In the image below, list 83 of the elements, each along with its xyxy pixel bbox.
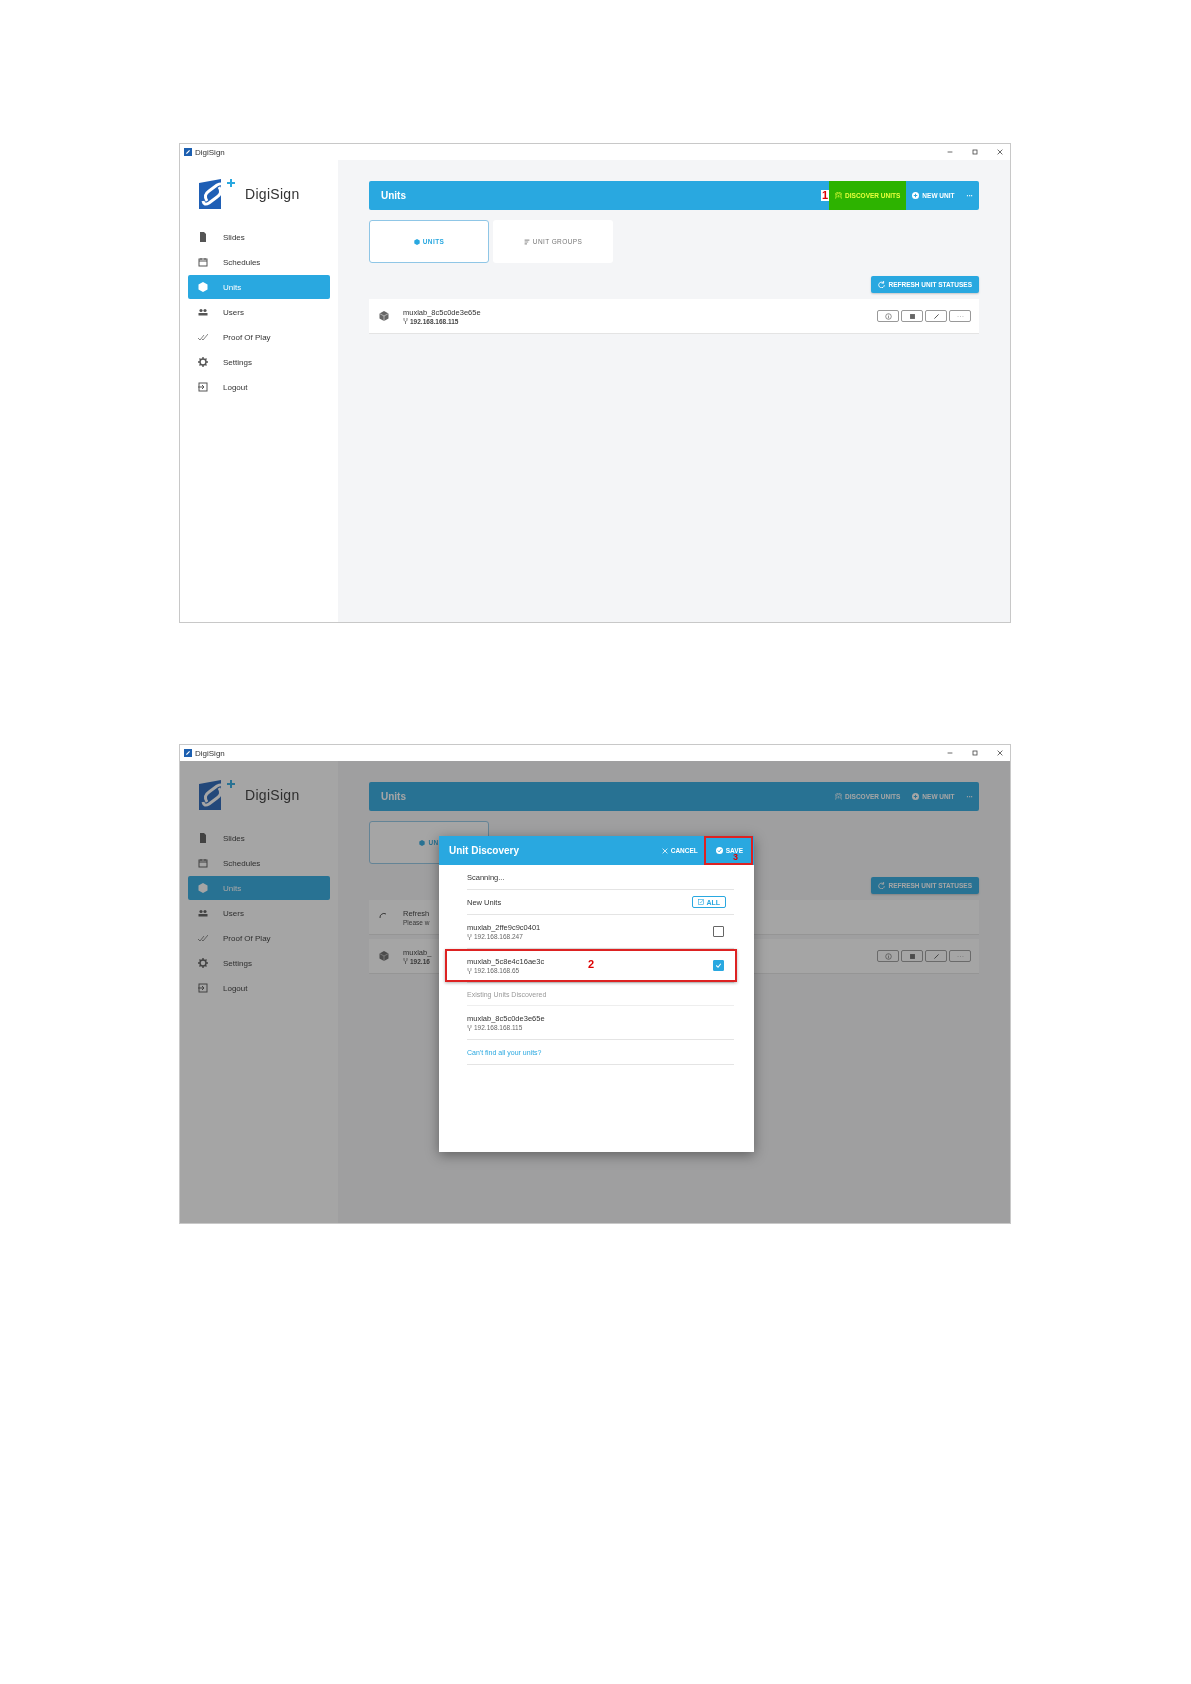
page-title: Units	[381, 190, 406, 201]
network-icon	[467, 1024, 472, 1031]
file-icon	[198, 232, 208, 242]
window-title: DigiSign	[195, 147, 225, 157]
sidebar-item[interactable]: Proof Of Play	[188, 325, 330, 349]
file-icon	[198, 833, 208, 843]
more-button[interactable]	[949, 310, 971, 322]
window-title: DigiSign	[195, 748, 225, 758]
sidebar-item[interactable]: Slides	[188, 826, 330, 850]
pencil-icon	[932, 952, 940, 960]
network-icon	[403, 318, 408, 324]
minimize-icon[interactable]	[946, 148, 954, 156]
cube-icon	[379, 311, 389, 321]
logout-icon	[198, 382, 208, 392]
settings-icon	[198, 958, 208, 968]
plus-icon	[912, 793, 920, 800]
sidebar-item[interactable]: Logout	[188, 375, 330, 399]
maximize-icon[interactable]	[971, 749, 979, 757]
checkbox-icon	[698, 899, 705, 905]
close-icon[interactable]	[996, 749, 1004, 757]
broadcast-icon	[835, 192, 843, 199]
cube-icon	[198, 282, 208, 292]
checkbox[interactable]	[713, 926, 724, 937]
info-button[interactable]	[877, 950, 899, 962]
sidebar-item[interactable]: Settings	[188, 951, 330, 975]
double-check-icon	[198, 332, 208, 342]
settings-icon	[198, 357, 208, 367]
maximize-icon[interactable]	[971, 148, 979, 156]
edit-button[interactable]	[925, 310, 947, 322]
edit-button[interactable]	[925, 950, 947, 962]
sidebar-item[interactable]: Proof Of Play	[188, 926, 330, 950]
pencil-icon	[932, 312, 940, 320]
calendar-icon	[198, 257, 208, 267]
users-icon	[198, 908, 208, 918]
sidebar-item[interactable]: Slides	[188, 225, 330, 249]
network-icon	[403, 958, 408, 964]
brand-name: DigiSign	[245, 787, 300, 803]
sidebar-item[interactable]: Units	[188, 876, 330, 900]
info-button[interactable]	[877, 310, 899, 322]
plus-icon	[912, 192, 920, 199]
check-icon	[714, 961, 723, 970]
calendar-icon	[198, 858, 208, 868]
callout-number: 2	[587, 959, 596, 970]
sidebar-item[interactable]: Users	[188, 901, 330, 925]
sidebar-item[interactable]: Units	[188, 275, 330, 299]
network-icon	[467, 967, 472, 974]
double-check-icon	[198, 933, 208, 943]
sidebar-item[interactable]: Schedules	[188, 851, 330, 875]
logo-icon	[197, 778, 237, 812]
image-button[interactable]	[901, 950, 923, 962]
refresh-icon	[878, 281, 886, 288]
info-icon	[884, 312, 892, 320]
logout-icon	[198, 983, 208, 993]
users-icon	[198, 307, 208, 317]
brand-name: DigiSign	[245, 186, 300, 202]
network-icon	[467, 933, 472, 940]
cube-icon	[413, 238, 420, 245]
callout-number: 1	[820, 190, 830, 201]
sidebar-item[interactable]: Users	[188, 300, 330, 324]
image-icon	[908, 312, 916, 320]
image-button[interactable]	[901, 310, 923, 322]
checkbox[interactable]	[713, 960, 724, 971]
app-icon	[184, 749, 192, 757]
minimize-icon[interactable]	[946, 749, 954, 757]
image-icon	[908, 952, 916, 960]
cube-icon	[198, 883, 208, 893]
page-title: Units	[381, 791, 406, 802]
sidebar-item[interactable]: Schedules	[188, 250, 330, 274]
refresh-icon	[878, 882, 886, 889]
more-button[interactable]	[949, 950, 971, 962]
cube-icon	[379, 951, 389, 961]
close-icon[interactable]	[996, 148, 1004, 156]
info-icon	[884, 952, 892, 960]
list-icon	[523, 238, 530, 245]
logo-icon	[197, 177, 237, 211]
sidebar-item[interactable]: Logout	[188, 976, 330, 1000]
sidebar-item[interactable]: Settings	[188, 350, 330, 374]
check-circle-icon	[715, 847, 723, 854]
cube-icon	[419, 839, 426, 846]
app-icon	[184, 148, 192, 156]
close-icon	[661, 847, 668, 854]
broadcast-icon	[835, 793, 843, 800]
callout-number: 3	[733, 853, 738, 862]
